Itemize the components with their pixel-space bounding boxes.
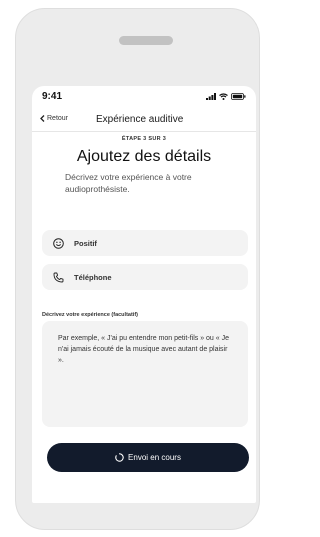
comment-label: Décrivez votre expérience (facultatif) bbox=[42, 312, 138, 318]
phone-icon bbox=[46, 272, 70, 283]
back-label: Retour bbox=[47, 115, 69, 122]
send-button[interactable]: Envoi en cours bbox=[47, 443, 249, 472]
send-button-label: Envoi en cours bbox=[128, 453, 181, 462]
battery-icon bbox=[231, 93, 246, 100]
step-indicator: ÉTAPE 3 SUR 3 bbox=[121, 136, 167, 142]
navigation-bar: Retour Expérience auditive bbox=[32, 110, 256, 132]
chevron-left-icon bbox=[40, 115, 45, 122]
back-button[interactable]: Retour bbox=[40, 115, 68, 122]
status-icons bbox=[206, 93, 246, 100]
mood-label: Positif bbox=[74, 238, 97, 248]
situation-label: Téléphone bbox=[74, 272, 112, 282]
page-title: Ajoutez des détails bbox=[76, 148, 212, 165]
mood-selector[interactable]: Positif bbox=[42, 230, 248, 256]
situation-selector[interactable]: Téléphone bbox=[42, 264, 248, 290]
app-screen: 9:41 Retour Expérience auditive ÉTAPE 3 … bbox=[32, 86, 256, 503]
status-time: 9:41 bbox=[42, 91, 63, 102]
page-description: Décrivez votre expérience à votre audiop… bbox=[65, 172, 192, 194]
status-bar: 9:41 bbox=[32, 86, 256, 110]
wifi-icon bbox=[219, 93, 228, 100]
signal-icon bbox=[206, 93, 216, 100]
comment-textarea[interactable]: Par exemple, « J'ai pu entendre mon peti… bbox=[42, 321, 248, 427]
nav-title: Expérience auditive bbox=[96, 114, 184, 125]
spinner-icon bbox=[115, 453, 124, 462]
smiley-icon bbox=[46, 237, 70, 249]
device-speaker bbox=[119, 36, 173, 45]
comment-placeholder: Par exemple, « J'ai pu entendre mon peti… bbox=[58, 335, 229, 364]
